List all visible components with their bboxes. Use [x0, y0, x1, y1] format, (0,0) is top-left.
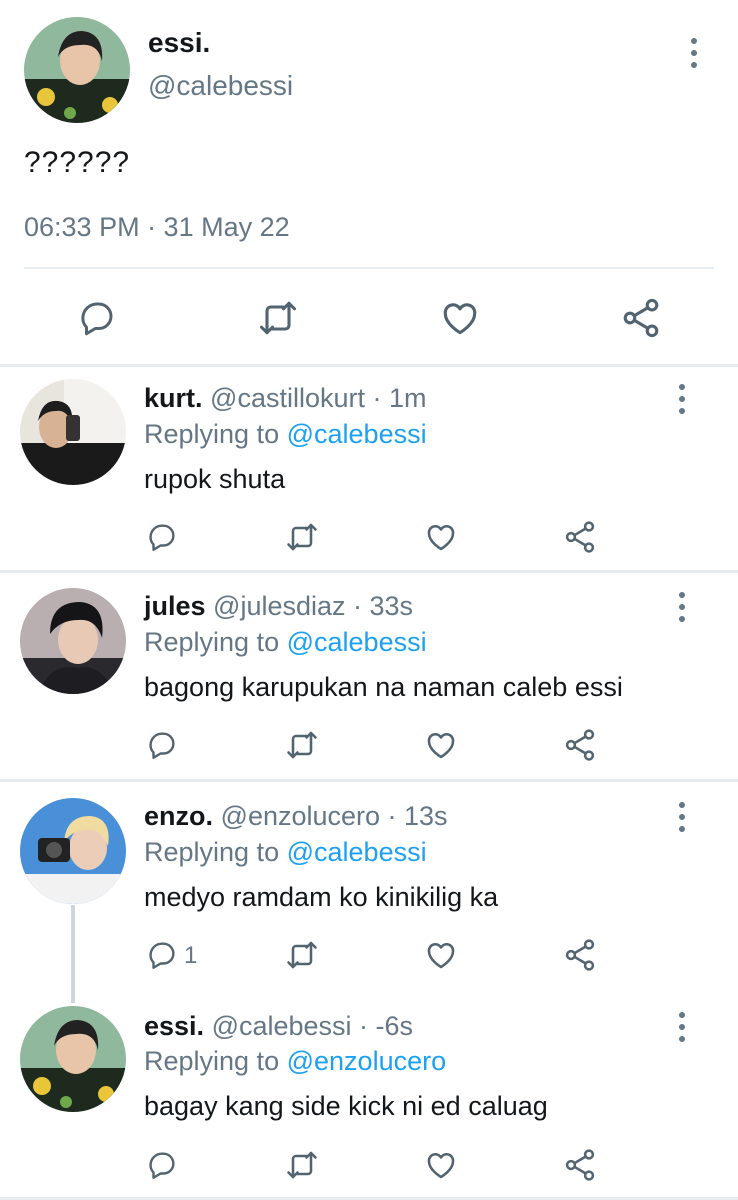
share-icon[interactable]: [560, 725, 600, 765]
share-icon[interactable]: [560, 935, 600, 975]
replying-to: Replying to @calebessi: [144, 627, 427, 658]
author-name[interactable]: kurt.: [144, 383, 203, 413]
replying-label: Replying to: [144, 837, 280, 867]
mention-link[interactable]: @calebessi: [287, 837, 427, 867]
like-icon[interactable]: [421, 935, 461, 975]
replying-to: Replying to @enzolucero: [144, 1046, 446, 1077]
avatar[interactable]: [20, 379, 126, 485]
more-vertical-icon[interactable]: [668, 1010, 696, 1044]
replying-label: Replying to: [144, 627, 280, 657]
author-handle[interactable]: @calebessi: [148, 70, 293, 102]
divider: [24, 267, 714, 269]
avatar[interactable]: [24, 17, 130, 123]
share-icon[interactable]: [560, 517, 600, 557]
avatar[interactable]: [20, 588, 126, 694]
author-handle-time[interactable]: @julesdiaz · 33s: [213, 591, 413, 621]
reply-tweet: enzo. @enzolucero · 13s Replying to @cal…: [0, 782, 738, 992]
main-tweet: essi. @calebessi ?????? 06:33 PM · 31 Ma…: [0, 0, 738, 366]
author-handle-time[interactable]: @calebessi · -6s: [212, 1011, 413, 1041]
author-name[interactable]: essi.: [144, 1011, 204, 1041]
mention-link[interactable]: @calebessi: [287, 419, 427, 449]
reply-header: jules @julesdiaz · 33s: [144, 591, 413, 622]
retweet-icon[interactable]: [282, 935, 322, 975]
mention-link[interactable]: @calebessi: [287, 627, 427, 657]
reply-icon[interactable]: [142, 935, 182, 975]
replying-to: Replying to @calebessi: [144, 837, 427, 868]
avatar[interactable]: [20, 798, 126, 904]
retweet-icon[interactable]: [254, 294, 302, 342]
replying-label: Replying to: [144, 419, 280, 449]
reply-header: kurt. @castillokurt · 1m: [144, 383, 426, 414]
reply-header: essi. @calebessi · -6s: [144, 1011, 413, 1042]
tweet-timestamp[interactable]: 06:33 PM · 31 May 22: [24, 212, 290, 243]
tweet-text: ??????: [24, 146, 131, 179]
like-icon[interactable]: [421, 1145, 461, 1185]
more-vertical-icon[interactable]: [668, 382, 696, 416]
reply-text: rupok shuta: [144, 464, 286, 494]
reply-header: enzo. @enzolucero · 13s: [144, 801, 448, 832]
reply-icon[interactable]: [142, 1145, 182, 1185]
reply-tweet: kurt. @castillokurt · 1m Replying to @ca…: [0, 367, 738, 571]
reply-icon[interactable]: [73, 294, 121, 342]
retweet-icon[interactable]: [282, 725, 322, 765]
author-handle-time[interactable]: @castillokurt · 1m: [210, 383, 426, 413]
replying-label: Replying to: [144, 1046, 280, 1076]
reply-tweet: jules @julesdiaz · 33s Replying to @cale…: [0, 573, 738, 779]
share-icon[interactable]: [560, 1145, 600, 1185]
like-icon[interactable]: [421, 517, 461, 557]
reply-tweet: essi. @calebessi · -6s Replying to @enzo…: [0, 992, 738, 1200]
share-icon[interactable]: [617, 294, 665, 342]
more-vertical-icon[interactable]: [668, 800, 696, 834]
author-name[interactable]: enzo.: [144, 801, 213, 831]
mention-link[interactable]: @enzolucero: [287, 1046, 447, 1076]
more-vertical-icon[interactable]: [668, 590, 696, 624]
reply-text: bagong karupukan na naman caleb essi: [144, 672, 623, 702]
reply-text: medyo ramdam ko kinikilig ka: [144, 882, 499, 912]
avatar[interactable]: [20, 1006, 126, 1112]
replying-to: Replying to @calebessi: [144, 419, 427, 450]
like-icon[interactable]: [421, 725, 461, 765]
author-name[interactable]: jules: [144, 591, 206, 621]
author-handle-time[interactable]: @enzolucero · 13s: [221, 801, 448, 831]
reply-icon[interactable]: [142, 725, 182, 765]
reply-text: bagay kang side kick ni ed caluag: [144, 1091, 548, 1121]
reply-count: 1: [184, 942, 198, 969]
author-name[interactable]: essi.: [148, 27, 210, 59]
reply-icon[interactable]: [142, 517, 182, 557]
more-vertical-icon[interactable]: [680, 36, 708, 70]
retweet-icon[interactable]: [282, 1145, 322, 1185]
retweet-icon[interactable]: [282, 517, 322, 557]
like-icon[interactable]: [436, 294, 484, 342]
